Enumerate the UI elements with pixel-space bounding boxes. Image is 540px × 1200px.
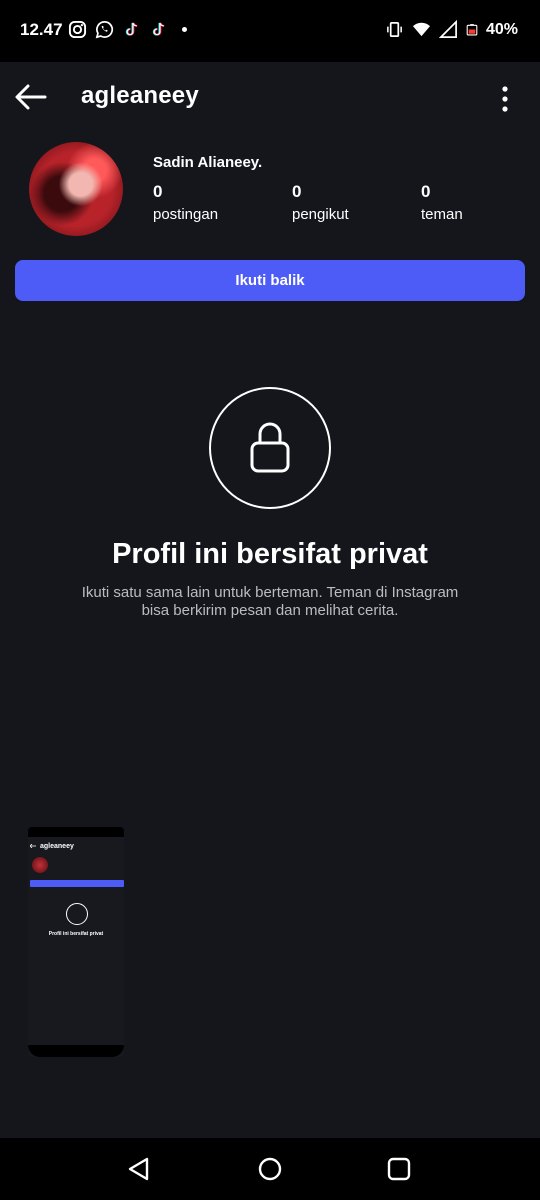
- page-title: agleaneey: [81, 82, 199, 109]
- thumbnail-lock-icon: [66, 903, 88, 925]
- followers-label: pengikut: [292, 206, 349, 223]
- tiktok-icon: [125, 22, 138, 36]
- navigation-bar: [0, 1138, 540, 1200]
- tiktok-icon: [152, 22, 165, 36]
- posts-count: 0: [153, 182, 163, 201]
- private-profile-title: Profil ini bersifat privat: [112, 538, 428, 570]
- private-profile-description: Ikuti satu sama lain untuk berteman. Tem…: [81, 584, 459, 619]
- notification-dot-icon: [182, 27, 187, 32]
- thumbnail-status-bar: [28, 827, 124, 837]
- thumbnail-back-arrow-icon: [30, 844, 36, 848]
- thumbnail-follow-button: [30, 880, 124, 887]
- nav-recent-apps-icon[interactable]: [386, 1156, 412, 1182]
- thumbnail-avatar: [32, 857, 48, 873]
- more-options-icon[interactable]: [500, 84, 510, 114]
- instagram-icon: [68, 20, 87, 39]
- vibrate-icon: [387, 21, 402, 38]
- battery-icon: [466, 24, 478, 36]
- system-icons: 40%: [385, 20, 518, 39]
- posts-stat: 0 postingan: [153, 182, 218, 223]
- nav-home-icon[interactable]: [257, 1156, 283, 1182]
- thumbnail-nav-bar: [28, 1045, 124, 1057]
- status-time: 12.47: [20, 20, 63, 39]
- back-arrow-icon[interactable]: [14, 82, 48, 112]
- lock-badge: [209, 387, 331, 509]
- followers-stat[interactable]: 0 pengikut: [292, 182, 349, 223]
- friends-count: 0: [421, 182, 431, 201]
- follow-back-button[interactable]: Ikuti balik: [15, 260, 525, 301]
- thumbnail-title: Profil ini bersifat privat: [48, 931, 104, 937]
- followers-count: 0: [292, 182, 302, 201]
- friends-stat[interactable]: 0 teman: [421, 182, 463, 223]
- whatsapp-icon: [95, 21, 114, 39]
- lock-icon: [250, 422, 290, 473]
- screen: 12.47 40% agleaneey Sadin Alianeey. 0 po…: [0, 0, 540, 1200]
- wifi-icon: [412, 22, 431, 37]
- thumbnail-username: agleaneey: [40, 843, 74, 850]
- friends-label: teman: [421, 206, 463, 223]
- status-bar: 12.47 40%: [0, 0, 540, 62]
- posts-label: postingan: [153, 206, 219, 223]
- screenshot-thumbnail[interactable]: agleaneey Profil ini bersifat privat: [28, 827, 124, 1057]
- signal-icon: [438, 20, 457, 38]
- display-name: Sadin Alianeey.: [153, 154, 263, 171]
- avatar[interactable]: [29, 142, 123, 236]
- battery-level: 40%: [485, 20, 518, 38]
- notification-icons: [68, 20, 187, 39]
- nav-back-icon[interactable]: [126, 1156, 152, 1182]
- profile-header: agleaneey: [0, 62, 540, 134]
